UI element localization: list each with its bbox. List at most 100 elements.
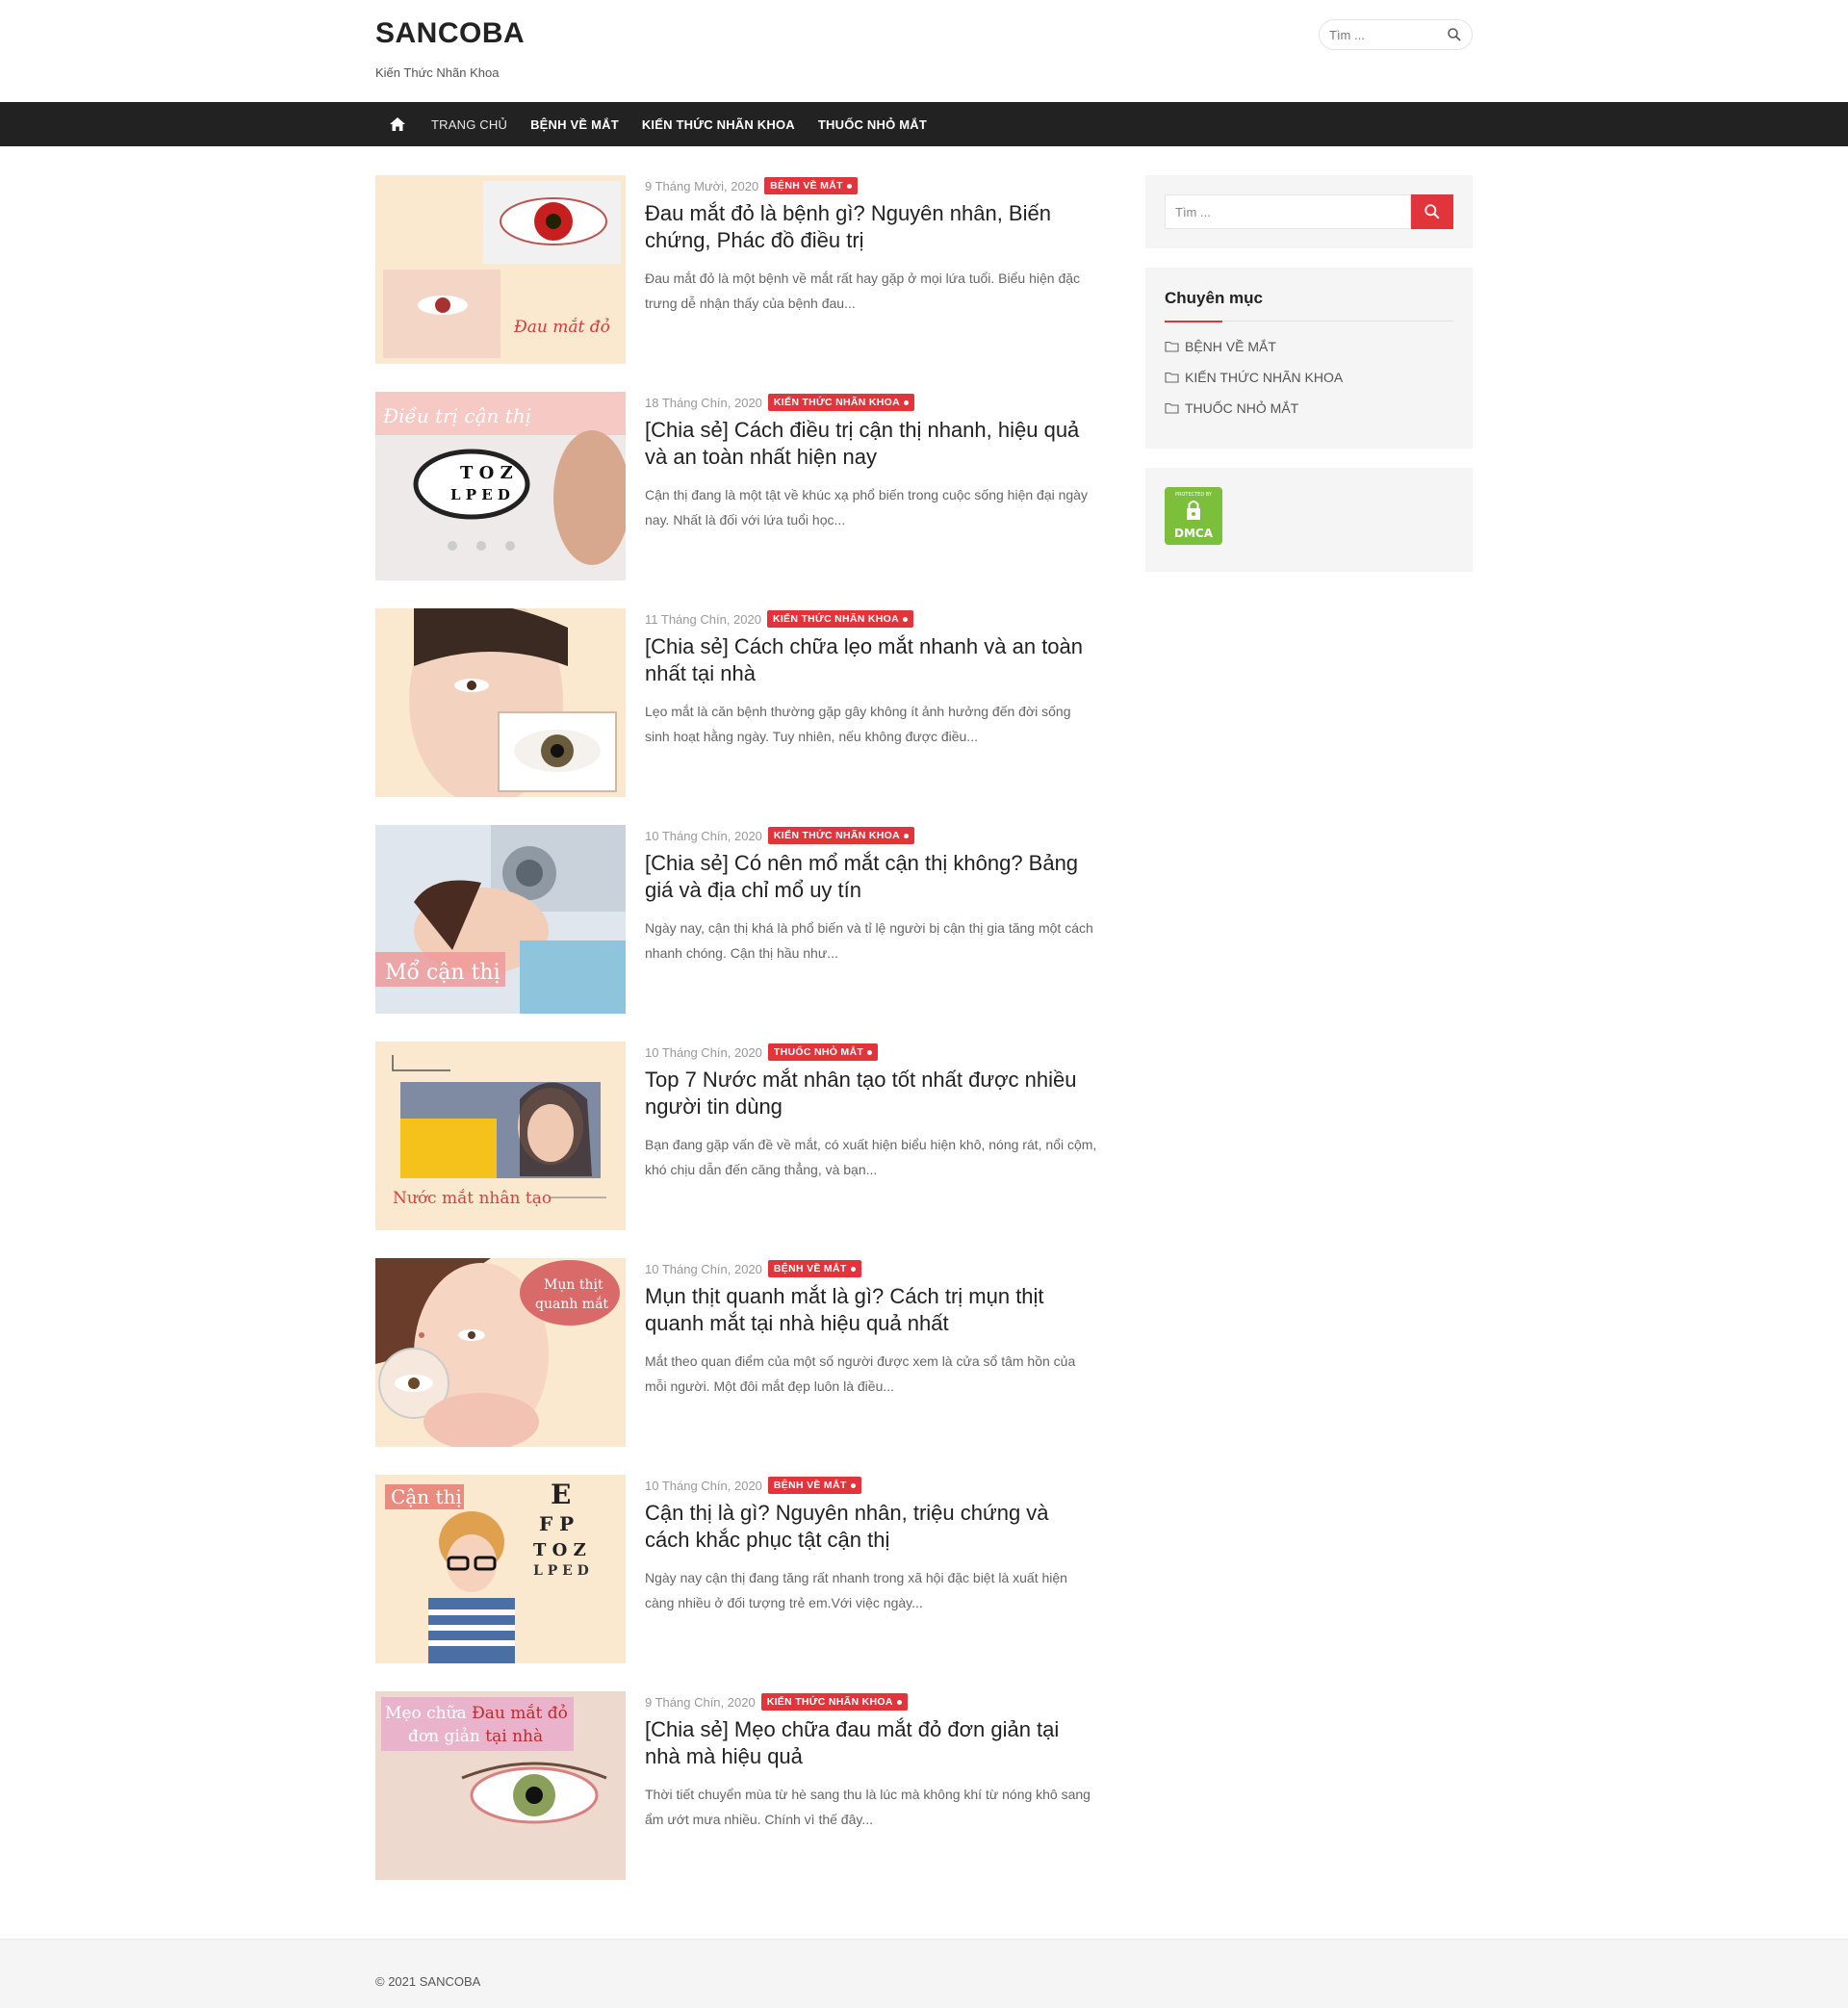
svg-text:đơn giản tại nhà: đơn giản tại nhà: [408, 1727, 543, 1746]
nav-item-trang-chu[interactable]: TRANG CHỦ: [431, 117, 507, 132]
post-meta: 10 Tháng Chín, 2020 BỆNH VỀ MẮT: [645, 1260, 861, 1277]
svg-text:L P E D: L P E D: [450, 486, 510, 503]
category-badge[interactable]: BỆNH VỀ MẮT: [764, 177, 858, 194]
post-date[interactable]: 9 Tháng Mười, 2020: [645, 179, 758, 193]
post-excerpt: Thời tiết chuyển mùa từ hè sang thu là l…: [645, 1787, 1091, 1827]
nav-item-benh-ve-mat[interactable]: BỆNH VỀ MẮT: [530, 117, 619, 132]
folder-icon: [1165, 341, 1179, 352]
folder-icon: [1165, 372, 1179, 383]
post-item: 11 Tháng Chín, 2020 KIẾN THỨC NHÃN KHOA …: [375, 608, 1092, 797]
sidebar-search-button[interactable]: [1411, 194, 1453, 229]
header-search-placeholder: Tìm ...: [1329, 28, 1365, 42]
post-date[interactable]: 10 Tháng Chín, 2020: [645, 1045, 762, 1060]
svg-text:quanh mắt: quanh mắt: [535, 1295, 608, 1312]
svg-text:PROTECTED BY: PROTECTED BY: [1175, 492, 1213, 498]
nav-item-kien-thuc-nhan-khoa[interactable]: KIẾN THỨC NHÃN KHOA: [642, 117, 795, 132]
post-thumbnail[interactable]: [375, 608, 626, 797]
post-image-caption: Đau mắt đỏ: [513, 318, 610, 337]
nav-item-thuoc-nho-mat[interactable]: THUỐC NHỎ MẮT: [818, 117, 927, 132]
folder-icon: [1165, 402, 1179, 414]
svg-text:F P: F P: [539, 1512, 574, 1535]
post-thumbnail[interactable]: Điều trị cận thị T O Z L P E D: [375, 392, 626, 580]
post-image-caption: Nước mắt nhân tạo: [393, 1189, 552, 1208]
site-title[interactable]: SANCOBA: [375, 17, 525, 50]
post-date[interactable]: 18 Tháng Chín, 2020: [645, 396, 762, 410]
post-date[interactable]: 10 Tháng Chín, 2020: [645, 1479, 762, 1493]
site-footer: © 2021 SANCOBA: [0, 1939, 1848, 2008]
nav-home-button[interactable]: [375, 102, 420, 146]
post-excerpt: Lẹo mắt là căn bệnh thường gặp gây không…: [645, 704, 1071, 744]
site-header: SANCOBA Kiến Thức Nhãn Khoa Tìm ...: [0, 0, 1848, 102]
category-badge[interactable]: KIẾN THỨC NHÃN KHOA: [766, 610, 914, 628]
widget-title-divider: [1165, 321, 1453, 322]
category-badge[interactable]: KIẾN THỨC NHÃN KHOA: [767, 827, 914, 844]
svg-text:Mụn thịt: Mụn thịt: [544, 1277, 603, 1293]
post-meta: 18 Tháng Chín, 2020 KIẾN THỨC NHÃN KHOA: [645, 394, 914, 411]
post-item: Nước mắt nhân tạo 10 Tháng Chín, 2020 TH…: [375, 1042, 1096, 1230]
post-title[interactable]: [Chia sẻ] Cách điều trị cận thị nhanh, h…: [645, 417, 1097, 471]
svg-text:T O Z: T O Z: [460, 463, 513, 483]
post-title[interactable]: [Chia sẻ] Cách chữa lẹo mắt nhanh và an …: [645, 633, 1097, 687]
category-badge[interactable]: BỆNH VỀ MẮT: [767, 1260, 861, 1277]
svg-text:L P E D: L P E D: [533, 1563, 589, 1579]
category-link-thuoc-nho-mat[interactable]: THUỐC NHỎ MẮT: [1165, 400, 1298, 416]
post-thumbnail[interactable]: Nước mắt nhân tạo: [375, 1042, 626, 1230]
post-image-caption: Điều trị cận thị: [382, 404, 531, 427]
sidebar-search-widget: Tìm ...: [1145, 175, 1473, 248]
post-date[interactable]: 11 Tháng Chín, 2020: [645, 612, 761, 627]
category-label: BỆNH VỀ MẮT: [1185, 339, 1276, 354]
post-meta: 9 Tháng Chín, 2020 KIẾN THỨC NHÃN KHOA: [645, 1693, 908, 1711]
dmca-badge[interactable]: PROTECTED BY DMCA: [1165, 487, 1222, 545]
sidebar-search-input[interactable]: Tìm ...: [1165, 194, 1411, 229]
post-thumbnail[interactable]: Cận thị E F P T O Z L P E D: [375, 1475, 626, 1663]
post-meta: 11 Tháng Chín, 2020 KIẾN THỨC NHÃN KHOA: [645, 610, 914, 628]
header-search-input[interactable]: Tìm ...: [1319, 19, 1473, 50]
post-thumbnail[interactable]: Mẹo chữa Đau mắt đỏ đơn giản tại nhà: [375, 1691, 626, 1880]
post-item: Đau mắt đỏ 9 Tháng Mười, 2020 BỆNH VỀ MẮ…: [375, 175, 1092, 364]
post-date[interactable]: 10 Tháng Chín, 2020: [645, 829, 762, 843]
post-item: Điều trị cận thị T O Z L P E D 18 Tháng …: [375, 392, 1092, 580]
svg-text:E: E: [551, 1479, 571, 1510]
post-thumbnail[interactable]: Mụn thịt quanh mắt: [375, 1258, 626, 1447]
post-item: Cận thị E F P T O Z L P E D 10 Tháng Chí…: [375, 1475, 1092, 1663]
post-meta: 10 Tháng Chín, 2020 KIẾN THỨC NHÃN KHOA: [645, 827, 914, 844]
post-title[interactable]: [Chia sẻ] Mẹo chữa đau mắt đỏ đơn giản t…: [645, 1716, 1097, 1770]
category-link-benh-ve-mat[interactable]: BỆNH VỀ MẮT: [1165, 339, 1276, 354]
search-icon[interactable]: [1447, 27, 1462, 42]
category-badge[interactable]: THUỐC NHỎ MẮT: [767, 1043, 879, 1061]
post-image-caption: Cận thị: [391, 1485, 462, 1508]
post-item: Mổ cận thị 10 Tháng Chín, 2020 KIẾN THỨC…: [375, 825, 1093, 1014]
category-label: KIẾN THỨC NHÃN KHOA: [1185, 370, 1344, 385]
svg-text:DMCA: DMCA: [1174, 527, 1214, 540]
post-excerpt: Cận thị đang là một tật về khúc xạ phổ b…: [645, 487, 1088, 528]
post-excerpt: Ngày nay, cận thị khá là phổ biến và tỉ …: [645, 920, 1093, 961]
post-title[interactable]: Mụn thịt quanh mắt là gì? Cách trị mụn t…: [645, 1283, 1097, 1337]
sidebar-categories-widget: Chuyên mục BỆNH VỀ MẮT KIẾN THỨC NHÃN KH…: [1145, 268, 1473, 449]
svg-text:Mẹo chữa Đau mắt đỏ: Mẹo chữa Đau mắt đỏ: [385, 1704, 568, 1723]
post-date[interactable]: 9 Tháng Chín, 2020: [645, 1695, 756, 1710]
post-thumbnail[interactable]: Mổ cận thị: [375, 825, 626, 1014]
category-link-kien-thuc-nhan-khoa[interactable]: KIẾN THỨC NHÃN KHOA: [1165, 370, 1343, 385]
home-icon: [390, 117, 405, 131]
site-description: Kiến Thức Nhãn Khoa: [375, 65, 500, 80]
category-badge[interactable]: KIẾN THỨC NHÃN KHOA: [767, 394, 914, 411]
post-meta: 10 Tháng Chín, 2020 BỆNH VỀ MẮT: [645, 1477, 861, 1494]
post-title[interactable]: [Chia sẻ] Có nên mổ mắt cận thị không? B…: [645, 850, 1097, 904]
svg-text:T O Z: T O Z: [533, 1540, 586, 1560]
post-image-caption: Mổ cận thị: [385, 958, 500, 985]
post-meta: 10 Tháng Chín, 2020 THUỐC NHỎ MẮT: [645, 1043, 879, 1061]
category-badge[interactable]: KIẾN THỨC NHÃN KHOA: [760, 1693, 908, 1711]
main-navigation: TRANG CHỦ BỆNH VỀ MẮT KIẾN THỨC NHÃN KHO…: [0, 102, 1848, 146]
post-title[interactable]: Đau mắt đỏ là bệnh gì? Nguyên nhân, Biến…: [645, 200, 1097, 254]
copyright-text: © 2021 SANCOBA: [375, 1974, 481, 1989]
post-title[interactable]: Cận thị là gì? Nguyên nhân, triệu chứng …: [645, 1500, 1097, 1554]
widget-title: Chuyên mục: [1165, 289, 1264, 307]
post-item: Mụn thịt quanh mắt 10 Tháng Chín, 2020 B…: [375, 1258, 1092, 1447]
post-excerpt: Mắt theo quan điểm của một số người được…: [645, 1353, 1076, 1394]
category-badge[interactable]: BỆNH VỀ MẮT: [767, 1477, 861, 1494]
post-title[interactable]: Top 7 Nước mắt nhân tạo tốt nhất được nh…: [645, 1067, 1097, 1120]
post-thumbnail[interactable]: Đau mắt đỏ: [375, 175, 626, 364]
post-item: Mẹo chữa Đau mắt đỏ đơn giản tại nhà 9 T…: [375, 1691, 1092, 1880]
post-date[interactable]: 10 Tháng Chín, 2020: [645, 1262, 762, 1276]
sidebar-search-placeholder: Tìm ...: [1175, 205, 1211, 219]
